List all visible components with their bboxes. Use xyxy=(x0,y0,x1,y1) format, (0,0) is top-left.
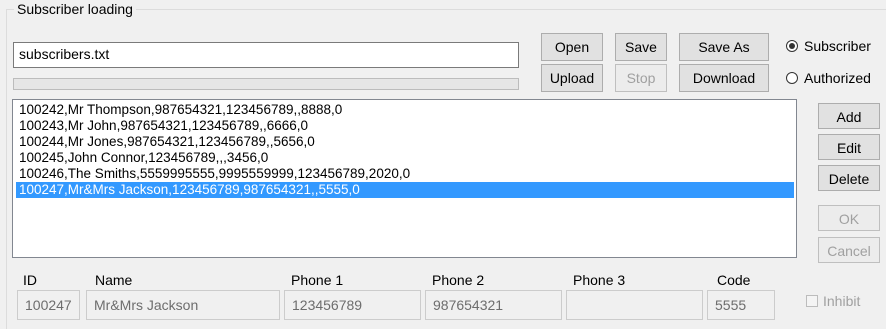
save-as-button[interactable]: Save As xyxy=(679,33,769,61)
radio-authorized-label: Authorized xyxy=(804,70,871,86)
code-field[interactable]: 5555 xyxy=(707,290,775,320)
radio-checked-icon xyxy=(786,40,798,52)
list-item[interactable]: 100246,The Smiths,5559995555,9995559999,… xyxy=(16,166,794,182)
list-item[interactable]: 100243,Mr John,987654321,123456789,,6666… xyxy=(16,118,794,134)
open-button[interactable]: Open xyxy=(541,33,603,61)
radio-authorized[interactable]: Authorized xyxy=(786,69,871,87)
column-label-code: Code xyxy=(717,272,751,288)
edit-button[interactable]: Edit xyxy=(818,134,880,160)
stop-button[interactable]: Stop xyxy=(615,64,667,92)
list-item[interactable]: 100242,Mr Thompson,987654321,123456789,,… xyxy=(16,102,794,118)
column-label-phone2: Phone 2 xyxy=(432,272,485,288)
list-item[interactable]: 100244,Mr Jones,987654321,123456789,,565… xyxy=(16,134,794,150)
ok-button[interactable]: OK xyxy=(818,205,880,231)
column-label-phone1: Phone 1 xyxy=(291,272,344,288)
inhibit-checkbox[interactable]: Inhibit xyxy=(806,293,860,309)
download-button[interactable]: Download xyxy=(679,64,769,92)
delete-button[interactable]: Delete xyxy=(818,165,880,191)
list-item-selected[interactable]: 100247,Mr&Mrs Jackson,123456789,98765432… xyxy=(16,182,794,198)
save-button[interactable]: Save xyxy=(615,33,667,61)
add-button[interactable]: Add xyxy=(818,103,880,129)
phone2-field[interactable]: 987654321 xyxy=(425,290,562,320)
name-field[interactable]: Mr&Mrs Jackson xyxy=(86,290,280,320)
radio-subscriber[interactable]: Subscriber xyxy=(786,37,871,55)
radio-subscriber-label: Subscriber xyxy=(804,38,871,54)
phone1-field[interactable]: 123456789 xyxy=(284,290,421,320)
checkbox-icon xyxy=(806,295,818,307)
upload-button[interactable]: Upload xyxy=(541,64,603,92)
column-label-phone3: Phone 3 xyxy=(573,272,626,288)
list-item[interactable]: 100245,John Connor,123456789,,,3456,0 xyxy=(16,150,794,166)
column-label-name: Name xyxy=(95,272,133,288)
upload-progress-bar xyxy=(13,78,519,90)
phone3-field[interactable] xyxy=(566,290,703,320)
column-label-id: ID xyxy=(23,272,37,288)
group-title: Subscriber loading xyxy=(14,1,136,17)
file-name-input[interactable]: subscribers.txt xyxy=(13,42,519,68)
subscriber-list[interactable]: 100242,Mr Thompson,987654321,123456789,,… xyxy=(12,99,797,258)
radio-unchecked-icon xyxy=(786,72,798,84)
id-field[interactable]: 100247 xyxy=(17,290,80,320)
cancel-button[interactable]: Cancel xyxy=(818,237,880,263)
inhibit-label: Inhibit xyxy=(823,293,861,309)
